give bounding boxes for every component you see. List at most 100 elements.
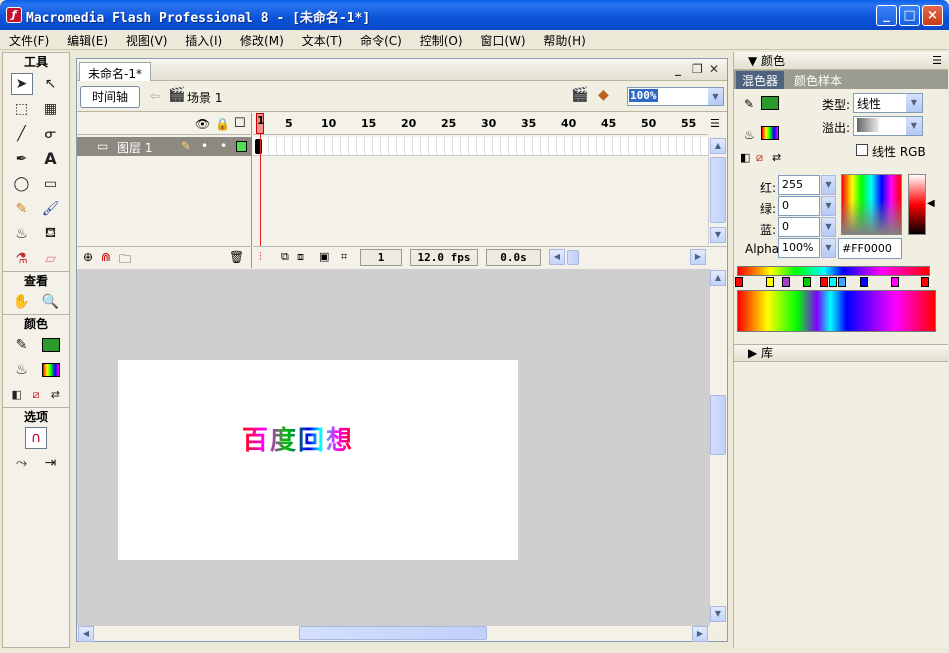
visibility-dot-icon[interactable]: • — [201, 139, 208, 153]
layer-row[interactable]: ▭ 图层 1 ✎ • • — [77, 137, 252, 156]
chevron-down-icon[interactable]: ▼ — [821, 238, 836, 258]
onion-skin-icon[interactable]: ⧉ — [281, 250, 289, 264]
outline-icon[interactable]: ☐ — [234, 116, 246, 131]
eraser-tool-icon[interactable]: ▱ — [40, 248, 62, 270]
gradient-stop[interactable] — [820, 277, 828, 287]
delete-layer-icon[interactable]: 🗑 — [229, 250, 244, 264]
selection-tool-icon[interactable]: ➤ — [10, 72, 33, 95]
brush-tool-icon[interactable]: 🖌 — [40, 198, 62, 220]
straighten-icon[interactable]: ⇥ — [40, 452, 62, 474]
hscroll-thumb[interactable] — [567, 250, 579, 265]
stage[interactable]: 百度回想 — [118, 360, 518, 560]
lock-dot-icon[interactable]: • — [220, 139, 227, 153]
panel-menu-icon[interactable]: ☰ — [932, 52, 942, 70]
menu-modify[interactable]: 修改(M) — [231, 30, 289, 49]
brightness-slider[interactable] — [908, 174, 926, 235]
fill-swatch[interactable] — [761, 126, 779, 140]
gradient-stop[interactable] — [803, 277, 811, 287]
close-button[interactable]: × — [922, 5, 943, 26]
menu-control[interactable]: 控制(O) — [411, 30, 468, 49]
gradient-stop[interactable] — [838, 277, 846, 287]
stage-vscroll[interactable]: ▲ ▼ — [709, 269, 727, 625]
pen-tool-icon[interactable]: ✒ — [11, 148, 33, 170]
add-folder-icon[interactable]: 🗀 — [119, 250, 131, 271]
fill-type-select[interactable]: 线性 ▼ — [853, 93, 923, 113]
menu-view[interactable]: 视图(V) — [117, 30, 173, 49]
scroll-down-icon[interactable]: ▼ — [710, 606, 726, 622]
ink-bottle-tool-icon[interactable]: ♨ — [11, 223, 33, 245]
gradient-stop[interactable] — [782, 277, 790, 287]
doc-close-icon[interactable]: ✕ — [709, 62, 719, 76]
playhead[interactable]: 1 — [256, 113, 265, 134]
modify-markers-icon[interactable]: ⌗ — [341, 250, 347, 264]
add-guide-icon[interactable]: ⋒ — [101, 250, 111, 264]
lasso-tool-icon[interactable]: ᓂ — [40, 123, 62, 145]
scroll-up-icon[interactable]: ▲ — [710, 270, 726, 286]
blue-input[interactable]: 0 ▼ — [778, 217, 836, 237]
edit-symbols-icon[interactable]: ◆ — [598, 87, 609, 103]
scroll-right-icon[interactable]: ▶ — [692, 626, 708, 642]
gradient-pointers[interactable] — [734, 277, 948, 289]
linear-rgb-checkbox[interactable] — [856, 144, 868, 156]
zoom-select[interactable]: 100% ▼ — [627, 87, 724, 106]
frames-row[interactable] — [253, 137, 708, 156]
scroll-up-icon[interactable]: ▲ — [710, 138, 726, 154]
smooth-icon[interactable]: ⤳ — [11, 452, 33, 474]
document-tab[interactable]: 未命名-1* — [79, 62, 151, 81]
gradient-stop[interactable] — [735, 277, 743, 287]
timeline-vscroll[interactable]: ▲ ▼ — [708, 137, 727, 245]
outline-color-icon[interactable] — [236, 141, 247, 152]
stage-hscroll[interactable]: ◀ ▶ — [77, 625, 709, 642]
tab-swatches[interactable]: 颜色样本 — [788, 71, 848, 89]
pencil-tool-icon[interactable]: ✎ — [11, 198, 33, 220]
work-area[interactable]: 百度回想 — [77, 269, 709, 625]
paint-bucket-tool-icon[interactable]: ⛾ — [40, 223, 62, 245]
timeline-menu-icon[interactable]: ☰ — [710, 117, 720, 130]
doc-minimize-icon[interactable]: _ — [675, 62, 681, 76]
fill-transform-tool-icon[interactable]: ▦ — [40, 98, 62, 120]
black-white-icon[interactable]: ◧ — [7, 384, 26, 406]
alpha-input[interactable]: 100% ▼ — [778, 238, 836, 258]
no-color-icon[interactable]: ⧄ — [26, 384, 45, 406]
center-frame-icon[interactable]: ⫶ — [259, 250, 262, 264]
oval-tool-icon[interactable]: ◯ — [11, 173, 33, 195]
brightness-arrow-icon[interactable]: ◀ — [927, 198, 935, 209]
swap-colors-icon[interactable]: ⇄ — [772, 151, 781, 164]
scroll-thumb[interactable] — [710, 157, 726, 223]
scene-label[interactable]: 场景 1 — [187, 89, 222, 106]
minimize-button[interactable]: _ — [876, 5, 897, 26]
no-color-icon[interactable]: ⧄ — [756, 151, 763, 165]
scroll-down-icon[interactable]: ▼ — [710, 227, 726, 243]
gradient-stop[interactable] — [766, 277, 774, 287]
gradient-stop[interactable] — [891, 277, 899, 287]
edit-scene-icon[interactable]: 🎬 — [571, 87, 588, 103]
subselection-tool-icon[interactable]: ↖ — [40, 73, 62, 95]
menu-text[interactable]: 文本(T) — [293, 30, 348, 49]
green-input[interactable]: 0 ▼ — [778, 196, 836, 216]
rectangle-tool-icon[interactable]: ▭ — [40, 173, 62, 195]
back-arrow-icon[interactable]: ⇦ — [150, 89, 160, 103]
eyedropper-tool-icon[interactable]: ⚗ — [11, 248, 33, 270]
menu-edit[interactable]: 编辑(E) — [58, 30, 113, 49]
menu-window[interactable]: 窗口(W) — [471, 30, 530, 49]
snap-magnet-icon[interactable]: ∩ — [25, 426, 47, 449]
scroll-right-icon[interactable]: ▶ — [690, 249, 706, 265]
color-spectrum[interactable] — [841, 174, 902, 235]
frame-rate[interactable]: 12.0 fps — [410, 249, 478, 266]
overflow-select[interactable]: ▼ — [853, 116, 923, 136]
hscroll-thumb[interactable] — [299, 626, 487, 640]
frame-ruler[interactable]: 5 10 15 20 25 30 35 40 45 50 55 1 — [253, 113, 708, 135]
hand-tool-icon[interactable]: ✋ — [11, 291, 33, 313]
gradient-stop[interactable] — [829, 277, 837, 287]
red-input[interactable]: 255 ▼ — [778, 175, 836, 195]
scroll-left-icon[interactable]: ◀ — [78, 626, 94, 642]
color-panel-header[interactable]: ▼ 颜色 ☰ — [734, 52, 948, 70]
gradient-stop[interactable] — [860, 277, 868, 287]
stage-text[interactable]: 百度回想 — [242, 420, 354, 457]
free-transform-tool-icon[interactable]: ⬚ — [11, 98, 33, 120]
doc-restore-icon[interactable]: ❐ — [692, 62, 703, 76]
text-tool-icon[interactable]: A — [40, 148, 62, 170]
library-panel-header[interactable]: ▶ 库 — [734, 344, 948, 362]
maximize-button[interactable]: □ — [899, 5, 920, 26]
hex-input[interactable]: #FF0000 — [838, 238, 902, 259]
